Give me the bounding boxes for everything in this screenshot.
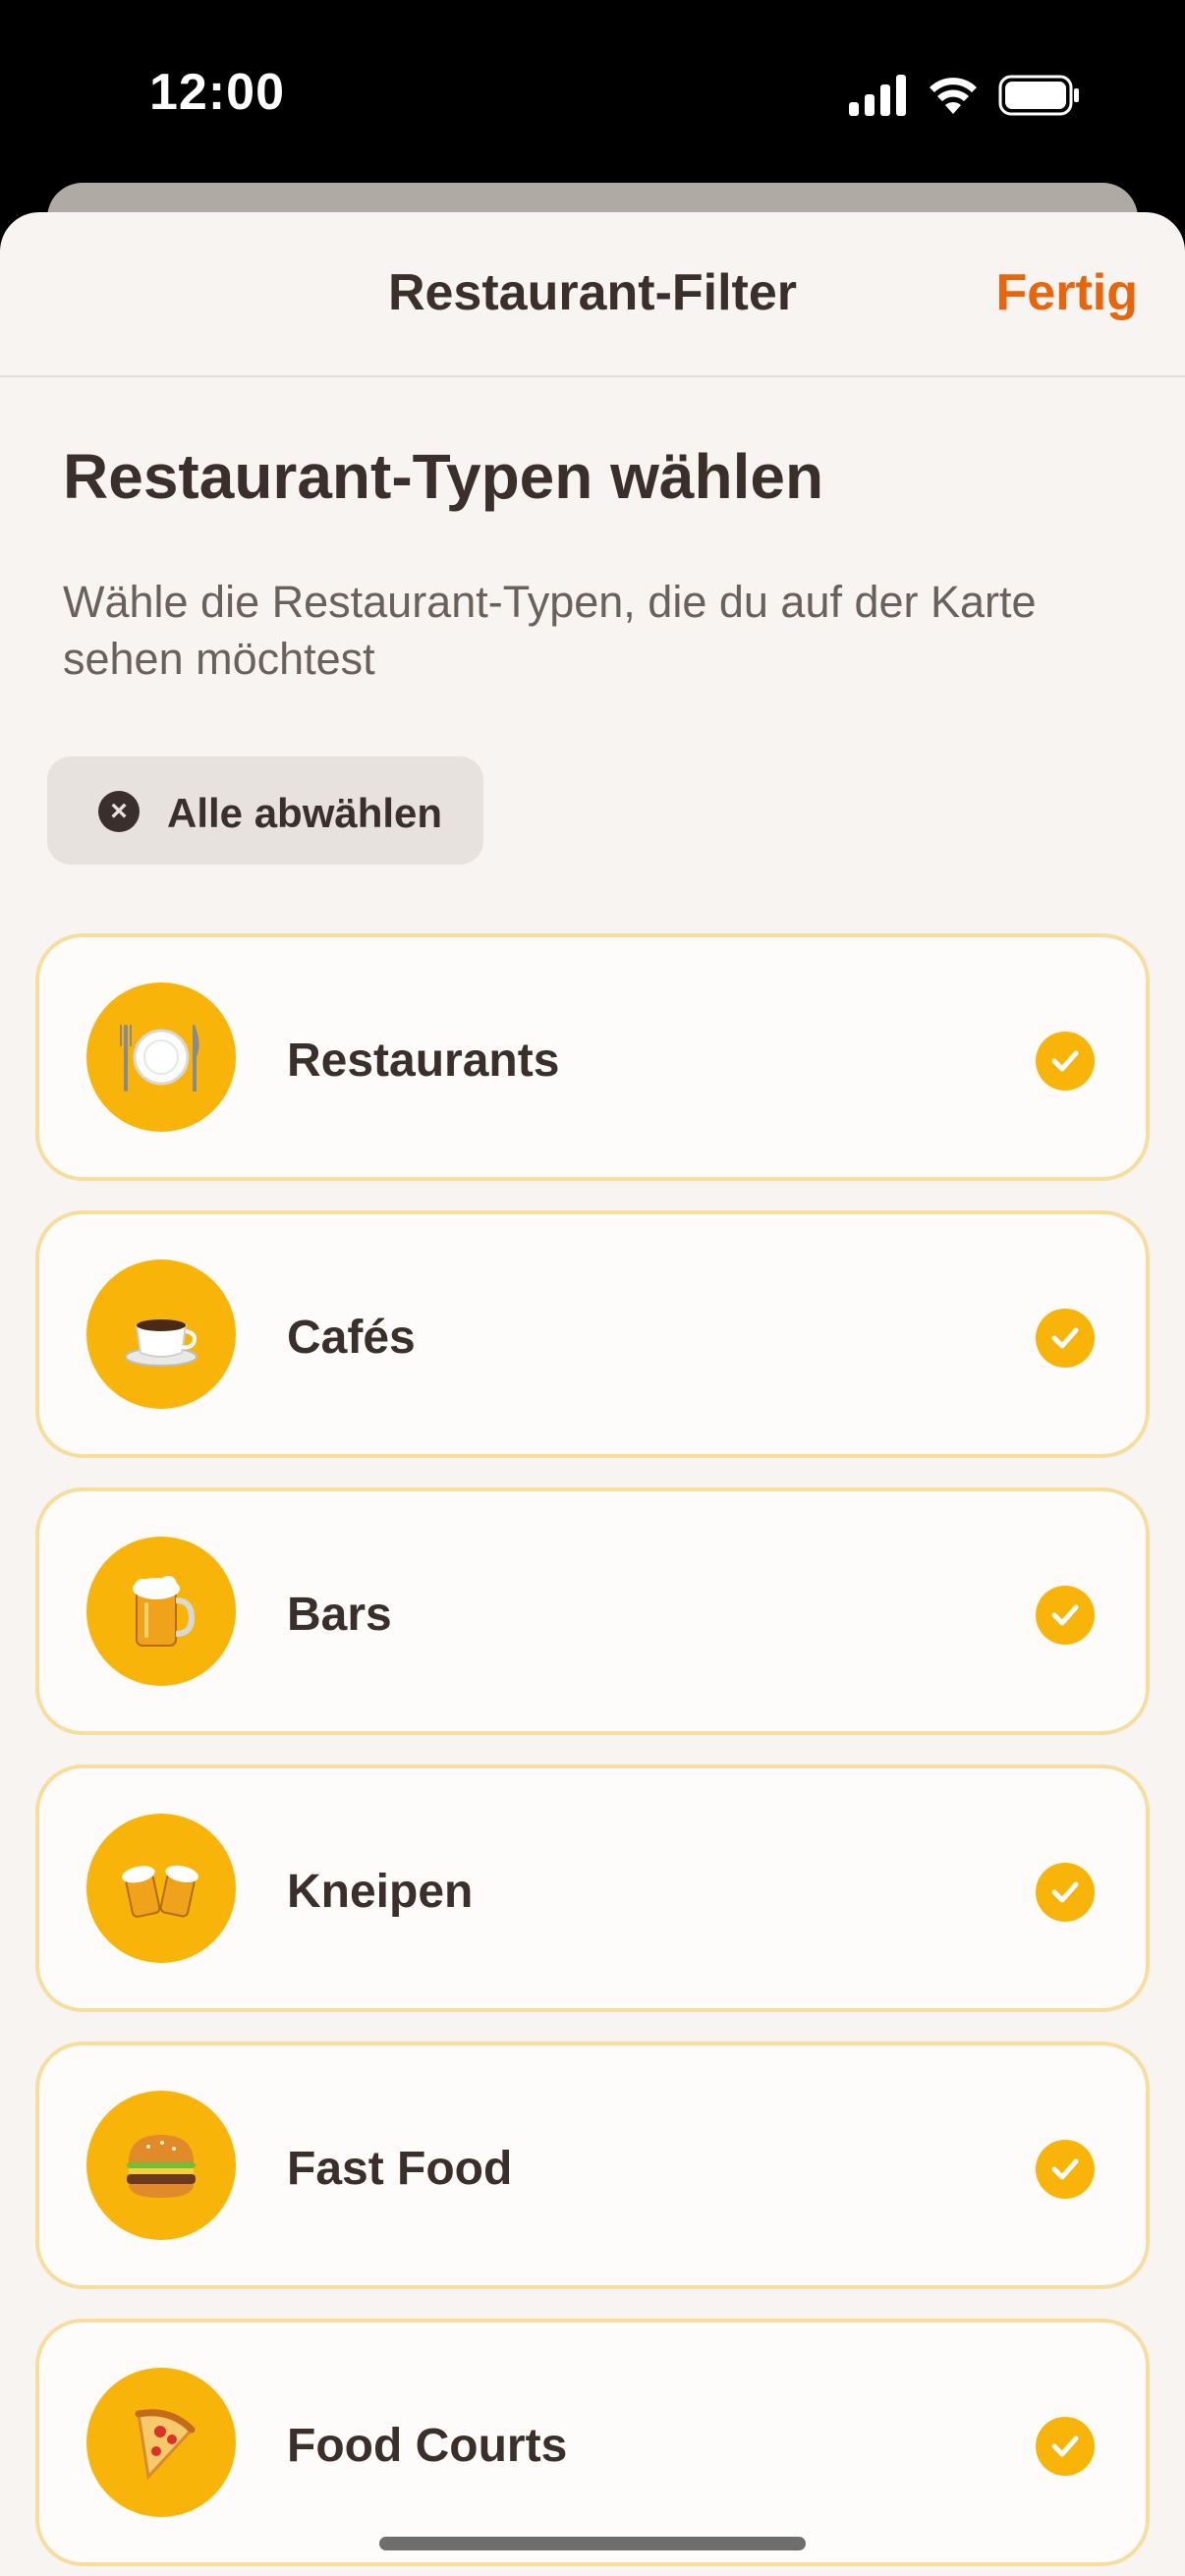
screen: 12:00 Restaurant-Filter Fertig Restauran…	[0, 0, 1185, 2576]
wifi-icon	[930, 78, 977, 114]
category-label: Restaurants	[287, 1035, 560, 1087]
category-card-cafes[interactable]: Cafés	[35, 1210, 1150, 1458]
category-card-kneipen[interactable]: Kneipen	[35, 1764, 1150, 2012]
checkmark-icon	[1036, 2140, 1095, 2199]
deselect-all-button[interactable]: × Alle abwählen	[47, 756, 483, 865]
checkmark-icon	[1036, 1863, 1095, 1922]
category-label: Food Courts	[287, 2420, 568, 2472]
close-circle-icon: ×	[98, 791, 140, 832]
section-title: Restaurant-Typen wählen	[63, 441, 824, 512]
status-bar: 12:00	[0, 0, 1185, 187]
checkmark-icon	[1036, 1309, 1095, 1368]
category-card-food-courts[interactable]: Food Courts	[35, 2319, 1150, 2566]
category-label: Bars	[287, 1589, 392, 1641]
done-button[interactable]: Fertig	[996, 263, 1138, 322]
cellular-signal-icon	[849, 75, 906, 116]
pizza-slice-icon	[86, 2368, 236, 2517]
deselect-all-label: Alle abwählen	[167, 790, 443, 836]
category-label: Cafés	[287, 1312, 416, 1364]
navigation-bar: Restaurant-Filter Fertig	[0, 212, 1185, 377]
category-list: Restaurants Cafés Bars Kneipen Fast Food…	[35, 933, 1150, 2576]
beer-mug-icon	[86, 1537, 236, 1686]
checkmark-icon	[1036, 2417, 1095, 2476]
burger-icon	[86, 2091, 236, 2240]
section-subtitle: Wähle die Restaurant-Typen, die du auf d…	[63, 577, 1037, 684]
category-label: Kneipen	[287, 1866, 474, 1918]
category-card-bars[interactable]: Bars	[35, 1487, 1150, 1735]
home-indicator[interactable]	[379, 2537, 806, 2550]
checkmark-icon	[1036, 1032, 1095, 1091]
battery-icon	[998, 75, 1079, 116]
status-time: 12:00	[149, 64, 285, 121]
category-card-fast-food[interactable]: Fast Food	[35, 2042, 1150, 2289]
clinking-beer-mugs-icon	[86, 1814, 236, 1963]
checkmark-icon	[1036, 1586, 1095, 1645]
coffee-cup-icon	[86, 1260, 236, 1409]
category-card-restaurants[interactable]: Restaurants	[35, 933, 1150, 1181]
category-label: Fast Food	[287, 2143, 513, 2195]
plate-cutlery-icon	[86, 982, 236, 1132]
